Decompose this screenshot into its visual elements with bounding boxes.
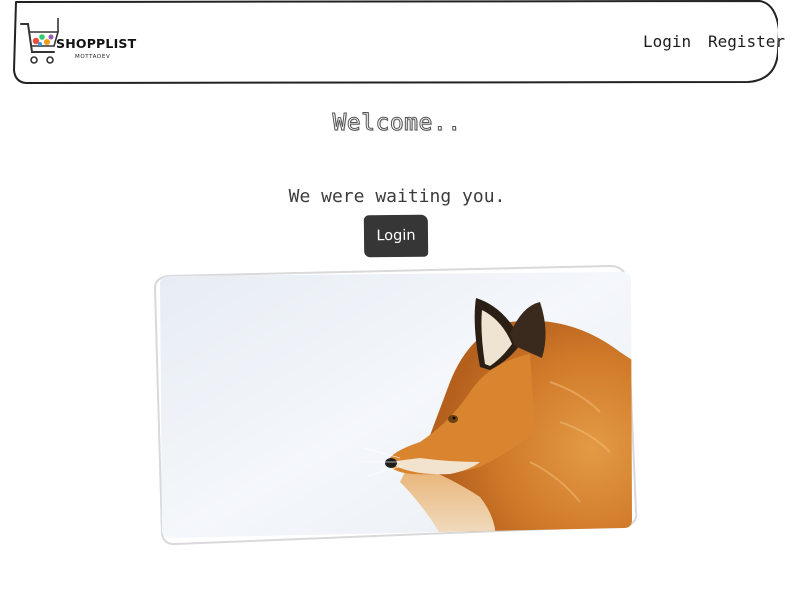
photo-card — [150, 262, 642, 550]
brand-logo[interactable]: SHOPPLIST MOTTADEV — [20, 16, 140, 70]
nav-login-link[interactable]: Login — [643, 32, 691, 51]
welcome-heading: Welcome.. — [332, 110, 462, 137]
shopping-cart-icon — [20, 18, 60, 64]
fox-photo — [153, 264, 638, 546]
page: SHOPPLIST MOTTADEV Login Register Welcom… — [0, 0, 794, 590]
navbar: SHOPPLIST MOTTADEV Login Register — [12, 0, 785, 84]
nav-register-link[interactable]: Register — [708, 32, 785, 51]
welcome-tagline: We were waiting you. — [288, 186, 506, 207]
brand-subtitle: MOTTADEV — [75, 54, 111, 60]
brand-name: SHOPPLIST — [56, 36, 137, 51]
login-button[interactable]: Login — [363, 214, 429, 258]
